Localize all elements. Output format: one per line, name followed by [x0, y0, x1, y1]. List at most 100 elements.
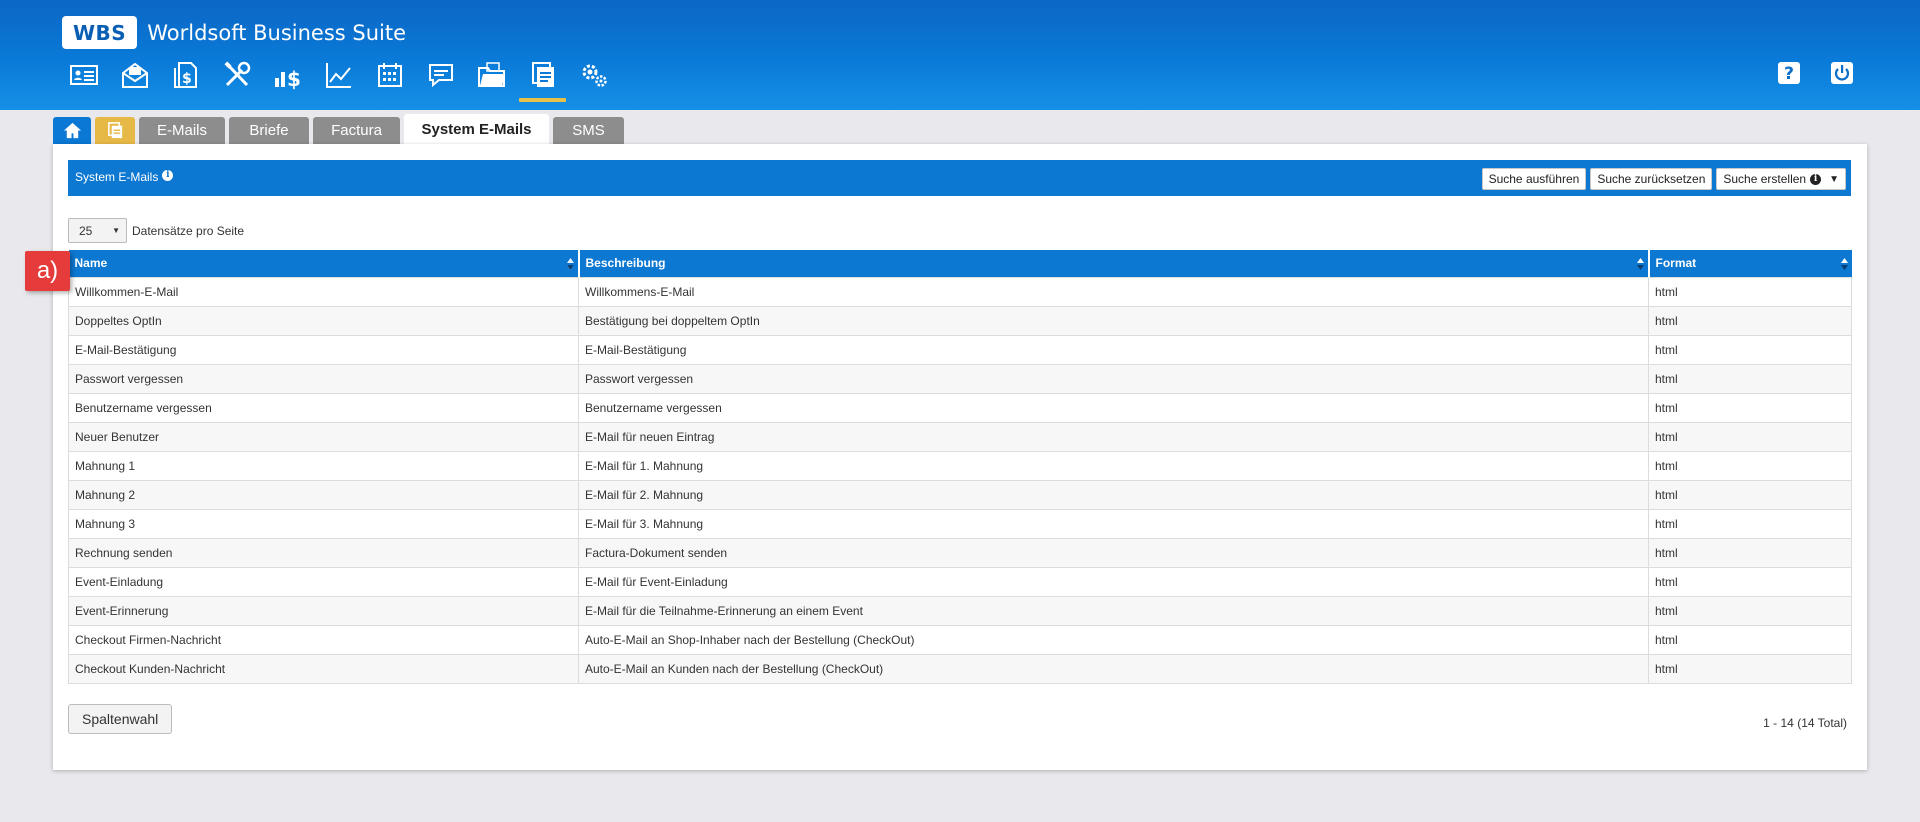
logout-button[interactable]	[1830, 61, 1854, 85]
column-header-description[interactable]: Beschreibung	[578, 250, 1650, 277]
tab-emails[interactable]: E-Mails	[139, 117, 225, 144]
search-run-button[interactable]: Suche ausführen	[1481, 168, 1587, 190]
cell-description: Willkommens-E-Mail	[578, 276, 1649, 307]
main-panel: System E-Mails i Suche ausführen Suche z…	[53, 144, 1867, 770]
table-row[interactable]: Checkout Firmen-Nachricht Auto-E-Mail an …	[68, 624, 1852, 655]
tab-home[interactable]	[53, 117, 91, 144]
table-row[interactable]: E-Mail-Bestätigung E-Mail-Bestätigung html	[68, 334, 1852, 365]
cell-name: Mahnung 2	[68, 479, 579, 510]
cell-description: Auto-E-Mail an Shop-Inhaber nach der Bes…	[578, 624, 1649, 655]
cell-description: Passwort vergessen	[578, 363, 1649, 394]
page-size-value: 25	[79, 223, 93, 238]
tools-button[interactable]	[211, 58, 262, 104]
table-row[interactable]: Checkout Kunden-Nachricht Auto-E-Mail an …	[68, 653, 1852, 684]
table-row[interactable]: Neuer Benutzer E-Mail für neuen Eintrag ht…	[68, 421, 1852, 452]
annotation-callout: a)	[25, 251, 70, 291]
table-row[interactable]: Benutzername vergessen Benutzername verge…	[68, 392, 1852, 423]
finance-button[interactable]: $	[262, 58, 313, 104]
cell-name: E-Mail-Bestätigung	[68, 334, 579, 365]
statistics-button[interactable]	[313, 58, 364, 104]
info-icon[interactable]: i	[162, 169, 174, 181]
column-label: Format	[1655, 256, 1697, 271]
cell-description: Factura-Dokument senden	[578, 537, 1649, 568]
search-create-button[interactable]: Suche erstellen i ▼	[1716, 168, 1846, 190]
table-row[interactable]: Doppeltes OptIn Bestätigung bei doppeltem…	[68, 305, 1852, 336]
cell-format: html	[1648, 450, 1852, 481]
column-header-format[interactable]: Format	[1648, 250, 1852, 277]
page-size-select[interactable]: 25 ▼	[68, 218, 127, 243]
tools-icon	[223, 61, 250, 87]
app-logo[interactable]: WBS Worldsoft Business Suite	[62, 16, 406, 49]
cell-name: Willkommen-E-Mail	[68, 276, 579, 307]
documents-button[interactable]	[517, 58, 568, 104]
record-count: 1 - 14 (14 Total)	[1763, 716, 1847, 730]
comments-button[interactable]	[415, 58, 466, 104]
system-emails-table: Name Beschreibung Format Willkommen-E-Ma…	[68, 250, 1852, 684]
table-row[interactable]: Rechnung senden Factura-Dokument senden ht…	[68, 537, 1852, 568]
calendar-icon	[377, 63, 402, 87]
svg-text:?: ?	[1784, 64, 1794, 84]
cell-description: E-Mail für neuen Eintrag	[578, 421, 1649, 452]
column-label: Name	[74, 256, 108, 271]
tab-system-emails[interactable]: System E-Mails	[404, 114, 549, 144]
table-header-row: Name Beschreibung Format	[68, 250, 1852, 277]
cell-description: E-Mail für Event-Einladung	[578, 566, 1649, 597]
column-header-name[interactable]: Name	[68, 250, 580, 277]
tab-briefe[interactable]: Briefe	[229, 117, 309, 144]
table-row[interactable]: Mahnung 2 E-Mail für 2. Mahnung html	[68, 479, 1852, 510]
folder-icon	[477, 62, 505, 87]
search-reset-button[interactable]: Suche zurücksetzen	[1590, 168, 1713, 190]
settings-icon	[582, 64, 607, 87]
table-row[interactable]: Mahnung 3 E-Mail für 3. Mahnung html	[68, 508, 1852, 539]
cell-name: Mahnung 1	[68, 450, 579, 481]
search-create-label: Suche erstellen	[1723, 172, 1807, 186]
cell-format: html	[1648, 305, 1852, 336]
settings-button[interactable]	[568, 58, 619, 104]
help-button[interactable]: ?	[1777, 61, 1801, 85]
cell-format: html	[1648, 276, 1852, 307]
chevron-down-icon: ▼	[1829, 173, 1839, 185]
cell-format: html	[1648, 363, 1852, 394]
finance-icon: $	[274, 67, 301, 90]
cell-format: html	[1648, 508, 1852, 539]
table-row[interactable]: Mahnung 1 E-Mail für 1. Mahnung html	[68, 450, 1852, 481]
cell-format: html	[1648, 479, 1852, 510]
panel-title: System E-Mails i	[75, 169, 174, 184]
documents-icon	[531, 62, 554, 87]
power-icon	[1831, 62, 1853, 84]
main-toolbar: $ $	[58, 58, 619, 104]
cell-format: html	[1648, 334, 1852, 365]
cell-name: Passwort vergessen	[68, 363, 579, 394]
table-row[interactable]: Event-Einladung E-Mail für Event-Einladun…	[68, 566, 1852, 597]
table-row[interactable]: Willkommen-E-Mail Willkommens-E-Mail html	[68, 276, 1852, 307]
cell-description: E-Mail für 3. Mahnung	[578, 508, 1649, 539]
app-header: WBS Worldsoft Business Suite $ $ ?	[0, 0, 1920, 110]
tab-notes[interactable]	[95, 117, 135, 144]
svg-text:$: $	[287, 67, 301, 90]
table-row[interactable]: Event-Erinnerung E-Mail für die Teilnahme…	[68, 595, 1852, 626]
chevron-down-icon: ▼	[112, 226, 120, 235]
cell-format: html	[1648, 392, 1852, 423]
cell-description: E-Mail für 2. Mahnung	[578, 479, 1649, 510]
cell-name: Event-Einladung	[68, 566, 579, 597]
cell-description: E-Mail für die Teilnahme-Erinnerung an e…	[578, 595, 1649, 626]
cell-name: Neuer Benutzer	[68, 421, 579, 452]
contacts-button[interactable]	[58, 58, 109, 104]
invoice-button[interactable]: $	[160, 58, 211, 104]
panel-header: System E-Mails i Suche ausführen Suche z…	[68, 160, 1851, 196]
cell-name: Event-Erinnerung	[68, 595, 579, 626]
tab-sms[interactable]: SMS	[553, 117, 624, 144]
files-button[interactable]	[466, 58, 517, 104]
column-choice-button[interactable]: Spaltenwahl	[68, 704, 173, 734]
cell-name: Doppeltes OptIn	[68, 305, 579, 336]
mail-button[interactable]	[109, 58, 160, 104]
tab-factura[interactable]: Factura	[313, 117, 400, 144]
calendar-button[interactable]	[364, 58, 415, 104]
comments-icon	[428, 64, 453, 88]
page-size-label: Datensätze pro Seite	[132, 223, 245, 238]
cell-description: Benutzername vergessen	[578, 392, 1649, 423]
info-icon: i	[1810, 173, 1822, 185]
table-row[interactable]: Passwort vergessen Passwort vergessen html	[68, 363, 1852, 394]
cell-format: html	[1648, 537, 1852, 568]
invoice-icon: $	[173, 62, 197, 88]
